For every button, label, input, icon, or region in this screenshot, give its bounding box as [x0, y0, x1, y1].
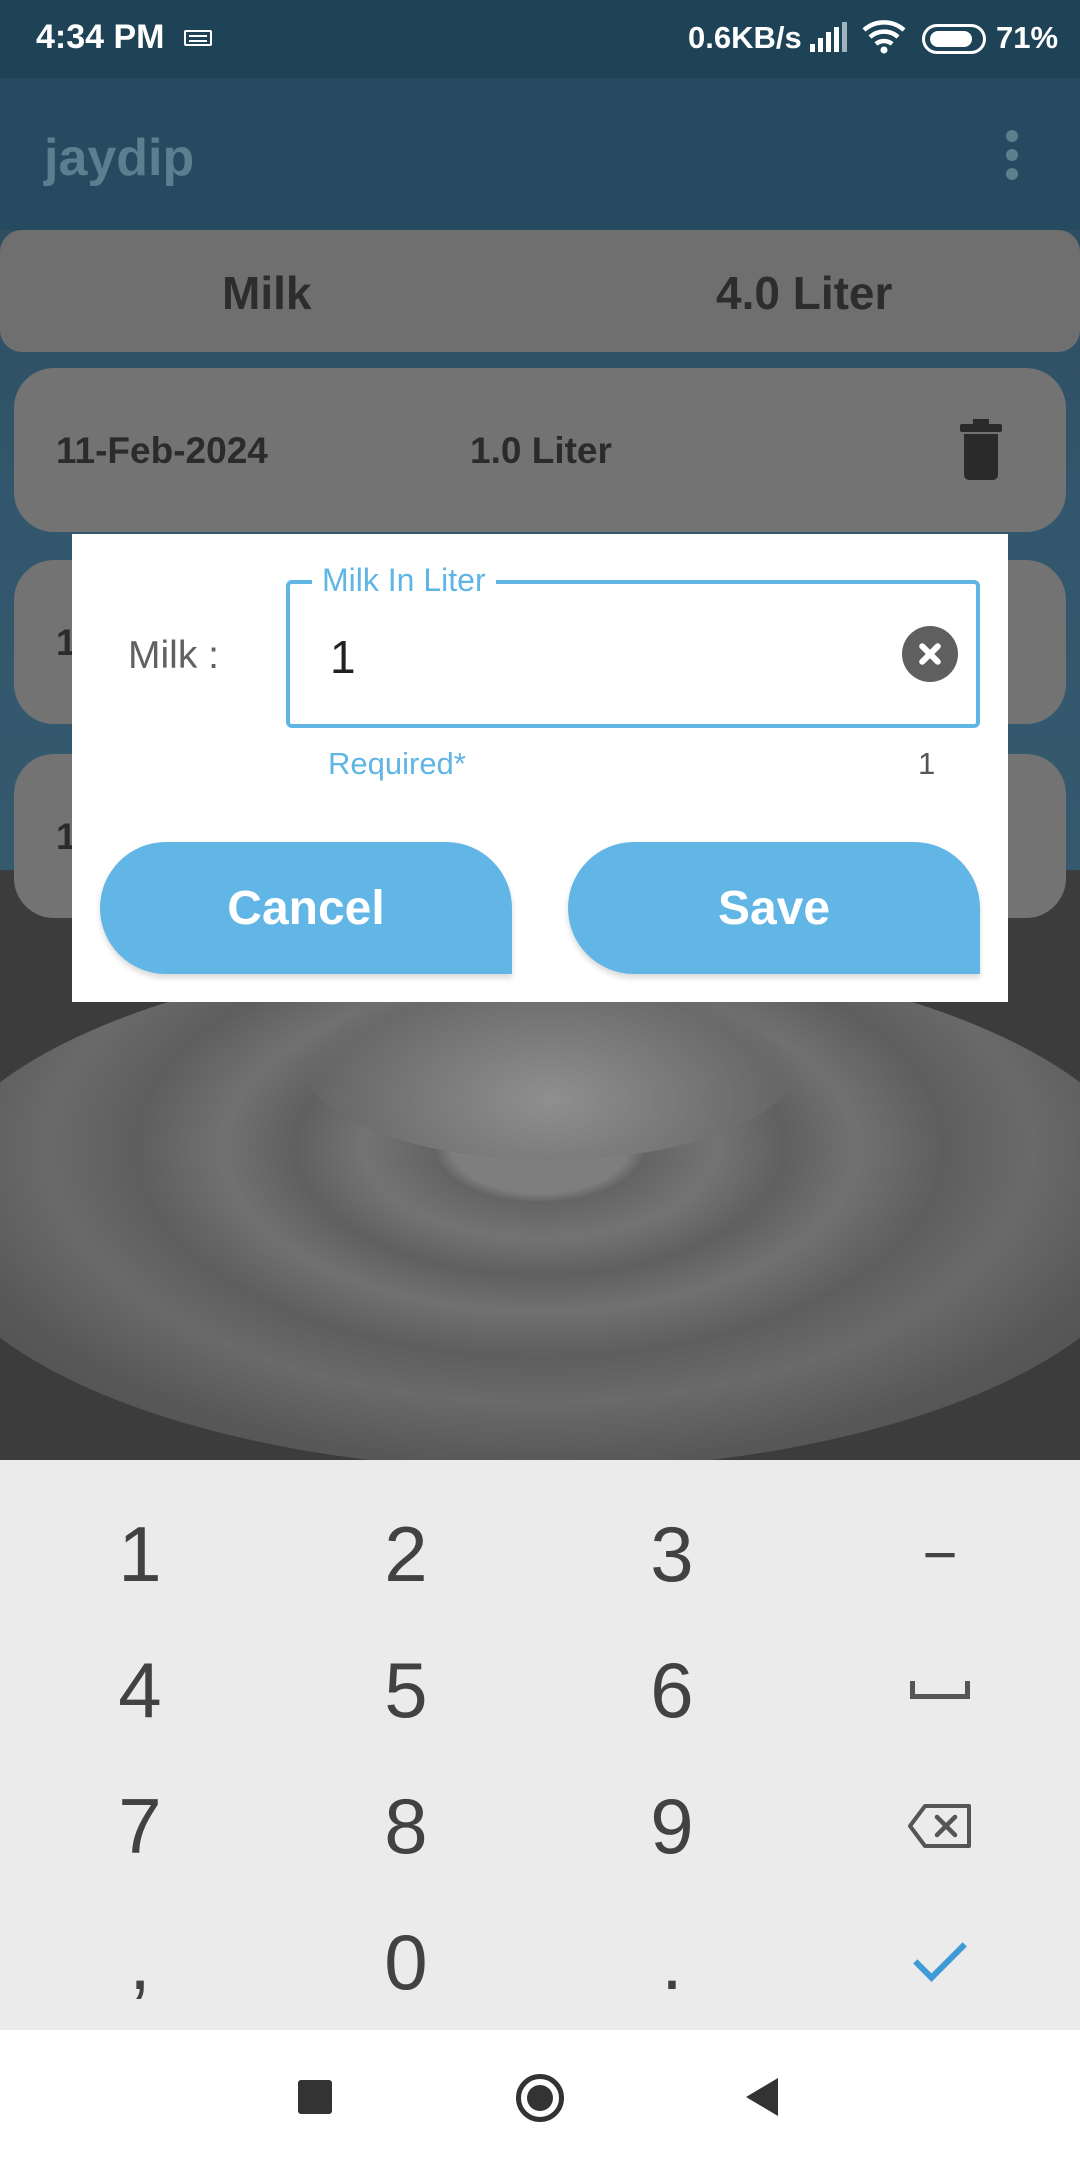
numeric-keyboard: 1 2 3 − 4 5 6 7 8 9 , 0 . [0, 1460, 1080, 2030]
char-counter: 1 [918, 746, 936, 781]
recents-icon[interactable] [298, 2080, 332, 2114]
key-0[interactable]: 0 [272, 1894, 540, 2030]
milk-liter-floating-label: Milk In Liter [312, 562, 496, 599]
key-minus[interactable]: − [806, 1486, 1074, 1622]
key-period[interactable]: . [538, 1894, 806, 2030]
keyboard-indicator-icon [184, 30, 212, 46]
clear-icon[interactable] [902, 626, 958, 682]
network-speed: 0.6KB/s [688, 20, 802, 55]
key-space[interactable] [806, 1622, 1074, 1758]
status-bar: 4:34 PM 0.6KB/s 71% [0, 0, 1080, 78]
edit-milk-dialog: Milk : 1 Milk In Liter Required* 1 Cance… [72, 534, 1008, 1002]
battery-icon [922, 24, 986, 54]
entry-qty: 1.0 Liter [470, 430, 612, 471]
milk-liter-input[interactable]: 1 [286, 580, 980, 728]
app-bar: jaydip [0, 78, 1080, 230]
signal-icon [810, 22, 847, 52]
list-item[interactable]: 11-Feb-2024 1.0 Liter [14, 368, 1066, 532]
save-button[interactable]: Save [568, 842, 980, 974]
key-comma[interactable]: , [6, 1894, 274, 2030]
key-done[interactable] [806, 1894, 1074, 2030]
battery-percent: 71% [996, 20, 1059, 55]
app-title: jaydip [44, 129, 195, 187]
backspace-icon [908, 1804, 971, 1848]
home-icon[interactable] [516, 2074, 564, 2122]
milk-label: Milk : [128, 634, 219, 677]
key-8[interactable]: 8 [272, 1758, 540, 1894]
cancel-button[interactable]: Cancel [100, 842, 512, 974]
back-icon[interactable] [746, 2078, 778, 2116]
delete-icon[interactable] [960, 419, 1002, 480]
key-1[interactable]: 1 [6, 1486, 274, 1622]
key-6[interactable]: 6 [538, 1622, 806, 1758]
key-3[interactable]: 3 [538, 1486, 806, 1622]
milk-liter-value[interactable]: 1 [330, 630, 356, 684]
check-icon [913, 1928, 967, 1982]
summary-total: 4.0 Liter [716, 267, 893, 319]
wifi-icon [862, 20, 906, 54]
space-icon [910, 1681, 970, 1699]
summary-label: Milk [222, 267, 312, 319]
entry-date: 11-Feb-2024 [56, 430, 268, 471]
key-7[interactable]: 7 [6, 1758, 274, 1894]
navigation-bar [0, 2030, 1080, 2160]
key-backspace[interactable] [806, 1758, 1074, 1894]
key-2[interactable]: 2 [272, 1486, 540, 1622]
more-vert-icon[interactable] [1002, 130, 1022, 180]
helper-text: Required* [328, 746, 466, 781]
status-time: 4:34 PM [36, 18, 165, 56]
key-9[interactable]: 9 [538, 1758, 806, 1894]
key-4[interactable]: 4 [6, 1622, 274, 1758]
summary-card: Milk 4.0 Liter [0, 230, 1080, 352]
key-5[interactable]: 5 [272, 1622, 540, 1758]
